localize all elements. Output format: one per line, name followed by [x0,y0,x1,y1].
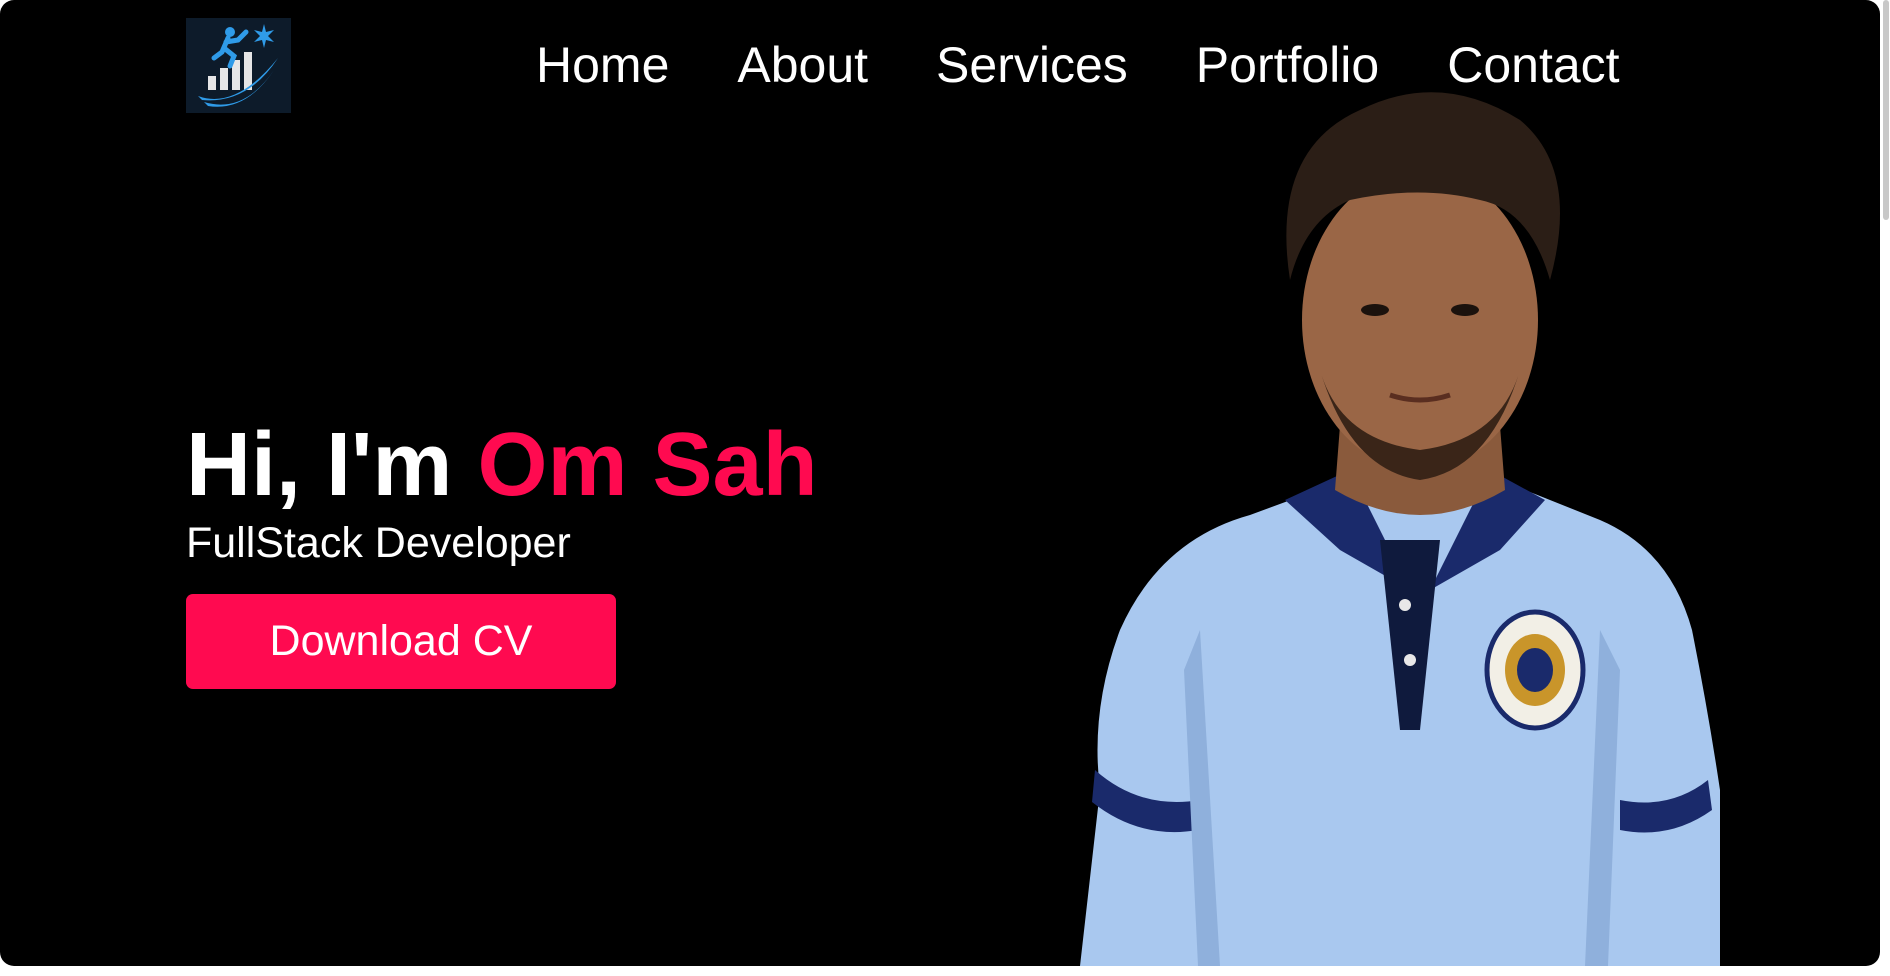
page-scrollbar[interactable] [1880,0,1890,976]
nav-about[interactable]: About [737,40,868,90]
growth-chart-runner-logo-icon [186,18,291,113]
hero-name: Om Sah [477,415,818,515]
hero-role: FullStack Developer [186,519,571,567]
download-cv-button[interactable]: Download CV [186,594,616,689]
greeting-text: Hi, I'm [186,415,478,515]
hero-headline: Hi, I'm Om Sah [186,420,818,510]
hero-section: Home About Services Portfolio Contact Hi… [0,0,1880,966]
brand-logo[interactable] [186,18,291,113]
profile-photo-icon [1080,92,1720,966]
profile-photo [1080,70,1720,966]
hero-text: Hi, I'm Om Sah FullStack Developer [186,420,818,570]
scrollbar-thumb[interactable] [1883,0,1889,220]
nav-home[interactable]: Home [536,40,669,90]
